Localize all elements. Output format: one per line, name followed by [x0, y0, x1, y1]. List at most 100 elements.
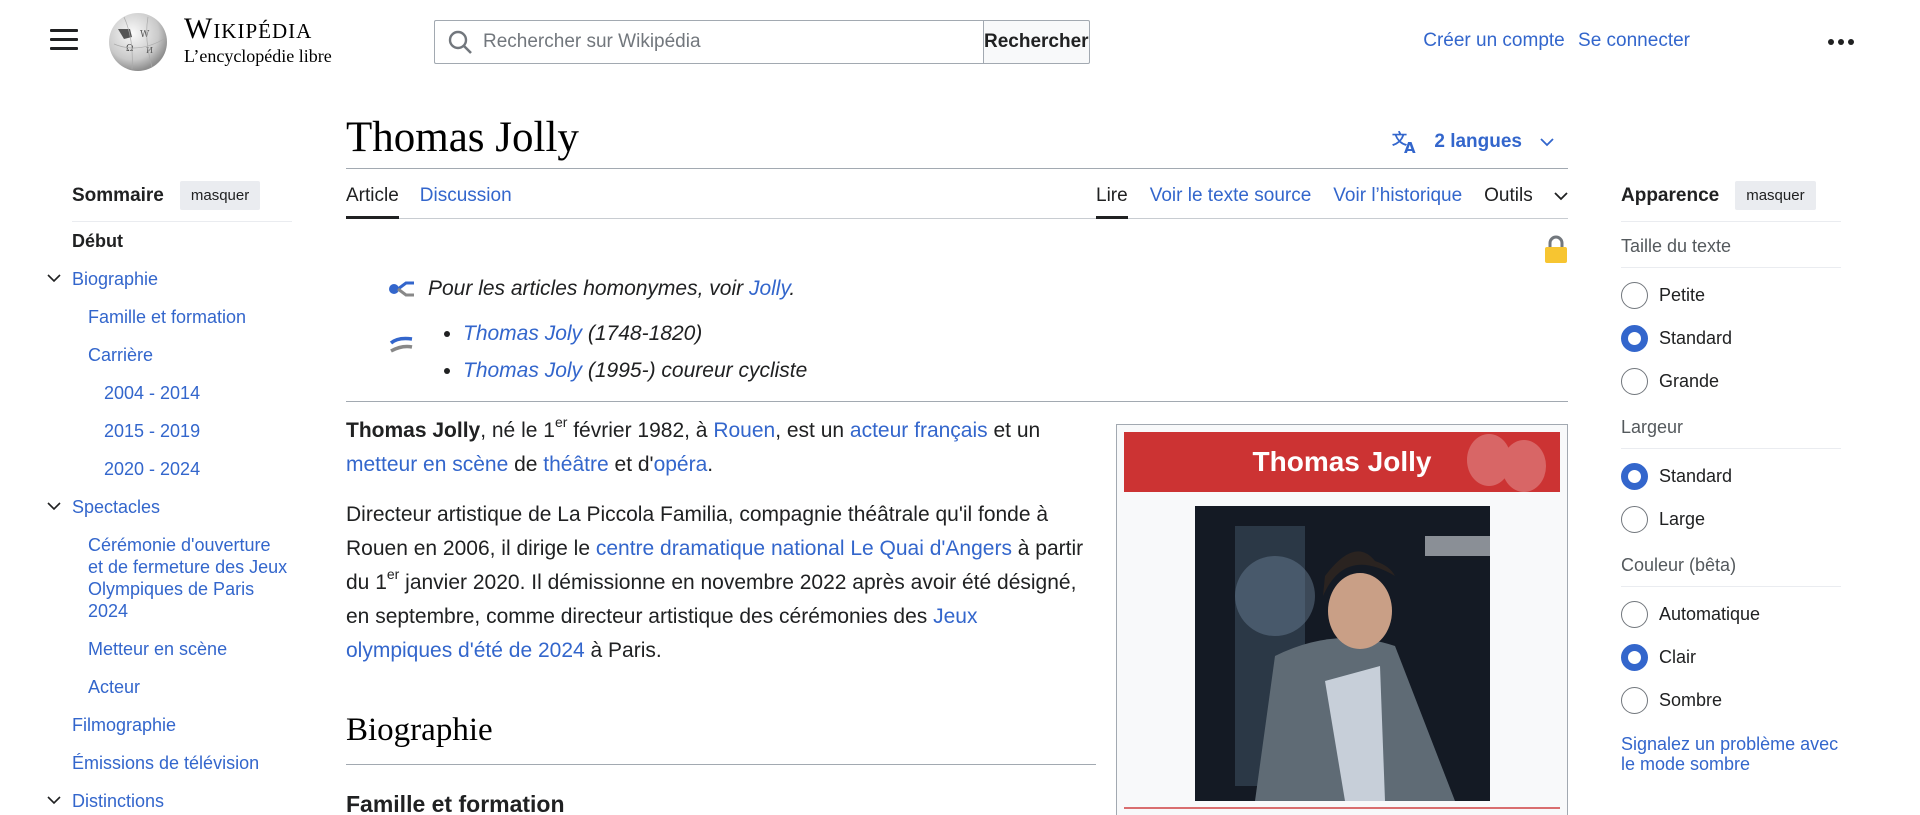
ordinal: er [554, 414, 568, 430]
wordmark-title: Wikipédia [184, 12, 313, 45]
dot [1848, 39, 1854, 45]
homonym-link[interactable]: Thomas Joly [463, 359, 582, 382]
toc-item[interactable]: Cérémonie d'ouverture et de fermeture de… [72, 534, 292, 622]
tab-article[interactable]: Article [346, 169, 399, 219]
toc-item-label[interactable]: Cérémonie d'ouverture et de fermeture de… [88, 534, 288, 622]
toc-item[interactable]: Spectacles [47, 496, 292, 518]
radio-checked-icon[interactable] [1621, 644, 1648, 671]
hatnote-text: Pour les articles homonymes, voir Jolly. [388, 275, 1568, 303]
toc-item[interactable]: 2015 - 2019 [72, 420, 292, 442]
wikipedia-globe-logo[interactable]: Ω W И [104, 9, 172, 73]
tab-discussion[interactable]: Discussion [420, 169, 512, 219]
wikipedia-wordmark[interactable]: Wikipédia L’encyclopédie libre [184, 12, 332, 66]
toc-item[interactable]: Acteur [72, 676, 292, 698]
search-button[interactable]: Rechercher [983, 20, 1090, 64]
toc-item-label[interactable]: Biographie [72, 269, 158, 289]
toc-item-label[interactable]: Émissions de télévision [72, 753, 259, 773]
radio-option[interactable]: Standard [1621, 455, 1841, 498]
create-account-link[interactable]: Créer un compte [1423, 30, 1565, 51]
main-menu-button[interactable] [50, 29, 78, 51]
radio-unchecked-icon[interactable] [1621, 601, 1648, 628]
radio-option[interactable]: Petite [1621, 274, 1841, 317]
tools-dropdown[interactable]: Outils [1484, 169, 1568, 219]
link-cdn-angers[interactable]: centre dramatique national Le Quai d'Ang… [596, 537, 1012, 560]
radio-checked-icon[interactable] [1621, 325, 1648, 352]
report-link-text[interactable]: Signalez un problème avec le mode sombre [1621, 734, 1838, 774]
text: . [707, 453, 714, 476]
radio-unchecked-icon[interactable] [1621, 368, 1648, 395]
article-main: Thomas Jolly 文A 2 langues Article Discus… [346, 110, 1568, 815]
tab-view-source[interactable]: Voir le texte source [1150, 169, 1312, 219]
svg-text:И: И [146, 46, 153, 55]
login-link[interactable]: Se connecter [1578, 30, 1690, 51]
dot [1838, 39, 1844, 45]
chevron-down-icon[interactable] [46, 792, 62, 808]
tab-history[interactable]: Voir l’historique [1333, 169, 1462, 219]
hamburger-icon [50, 29, 78, 32]
article-body: Thomas Jolly, né le 1er février 1982, à … [346, 414, 1086, 668]
link-opera[interactable]: opéra [654, 453, 708, 476]
toc-item[interactable]: Début [72, 230, 292, 252]
hatnote-link-jolly[interactable]: Jolly [749, 277, 789, 300]
radio-option[interactable]: Grande [1621, 360, 1841, 403]
dark-mode-report-link[interactable]: Signalez un problème avec le mode sombre [1621, 734, 1841, 774]
toc-item-label[interactable]: Acteur [88, 677, 140, 697]
link-acteur[interactable]: acteur français [850, 419, 988, 442]
toc-item-label[interactable]: Filmographie [72, 715, 176, 735]
toc-header: Sommaire masquer [72, 180, 292, 222]
toc-item-label[interactable]: Spectacles [72, 497, 160, 517]
lock-icon[interactable] [1544, 234, 1568, 264]
toc-item-label[interactable]: Metteur en scène [88, 639, 227, 659]
chevron-down-icon[interactable] [46, 270, 62, 286]
link-rouen[interactable]: Rouen [713, 419, 775, 442]
toc-item[interactable]: Metteur en scène [72, 638, 292, 660]
radio-option[interactable]: Sombre [1621, 679, 1841, 722]
toc-item[interactable]: Émissions de télévision [72, 752, 292, 774]
ellipsis-icon[interactable] [1828, 32, 1858, 52]
toc-item-label[interactable]: 2020 - 2024 [104, 459, 200, 479]
toc-item-label[interactable]: 2004 - 2014 [104, 383, 200, 403]
language-button[interactable]: 文A 2 langues [1392, 130, 1568, 154]
toc-item-label[interactable]: Famille et formation [88, 307, 246, 327]
link-metteur[interactable]: metteur en scène [346, 453, 508, 476]
radio-option[interactable]: Clair [1621, 636, 1841, 679]
radio-checked-icon[interactable] [1621, 463, 1648, 490]
toc-hide-button[interactable]: masquer [179, 181, 261, 210]
radio-unchecked-icon[interactable] [1621, 282, 1648, 309]
toc-item-label[interactable]: Distinctions [72, 791, 164, 811]
toc-item[interactable]: Filmographie [72, 714, 292, 736]
toc-item[interactable]: 2004 - 2014 [72, 382, 292, 404]
radio-label: Petite [1659, 285, 1706, 305]
search-field[interactable] [434, 20, 983, 64]
infobox-portrait-image[interactable] [1194, 506, 1490, 801]
subject-name: Thomas Jolly [346, 419, 481, 442]
radio-option[interactable]: Automatique [1621, 593, 1841, 636]
chevron-down-icon[interactable] [46, 498, 62, 514]
chevron-down-icon [1540, 138, 1554, 147]
article-content: Thomas Jolly, né le 1er février 1982, à … [346, 414, 1568, 815]
text: à Paris. [584, 639, 662, 662]
radio-group: Automatique Clair Sombre [1621, 587, 1841, 722]
toc-item[interactable]: Biographie [47, 268, 292, 290]
link-theatre[interactable]: théâtre [543, 453, 608, 476]
homonym-list: Thomas Joly (1748-1820) Thomas Joly (199… [346, 315, 1568, 389]
tab-read[interactable]: Lire [1096, 169, 1128, 219]
radio-label: Sombre [1659, 690, 1723, 710]
appearance-hide-button[interactable]: masquer [1735, 181, 1816, 210]
user-links: Créer un compte Se connecter [1415, 30, 1690, 52]
homonym-link[interactable]: Thomas Joly [463, 322, 582, 345]
page-tabs: Article Discussion Lire Voir le texte so… [346, 169, 1568, 219]
search-input[interactable] [483, 31, 983, 53]
toc-item[interactable]: Distinctions [47, 790, 292, 812]
text: de [508, 453, 544, 476]
radio-unchecked-icon[interactable] [1621, 687, 1648, 714]
toc-item-label[interactable]: 2015 - 2019 [104, 421, 200, 441]
toc-item[interactable]: 2020 - 2024 [72, 458, 292, 480]
toc-item[interactable]: Carrière [72, 344, 292, 366]
toc-item-label[interactable]: Carrière [88, 345, 153, 365]
toc-item[interactable]: Famille et formation [72, 306, 292, 328]
appearance-group-label: Taille du texte [1621, 222, 1841, 268]
radio-option[interactable]: Large [1621, 498, 1841, 541]
radio-unchecked-icon[interactable] [1621, 506, 1648, 533]
radio-option[interactable]: Standard [1621, 317, 1841, 360]
